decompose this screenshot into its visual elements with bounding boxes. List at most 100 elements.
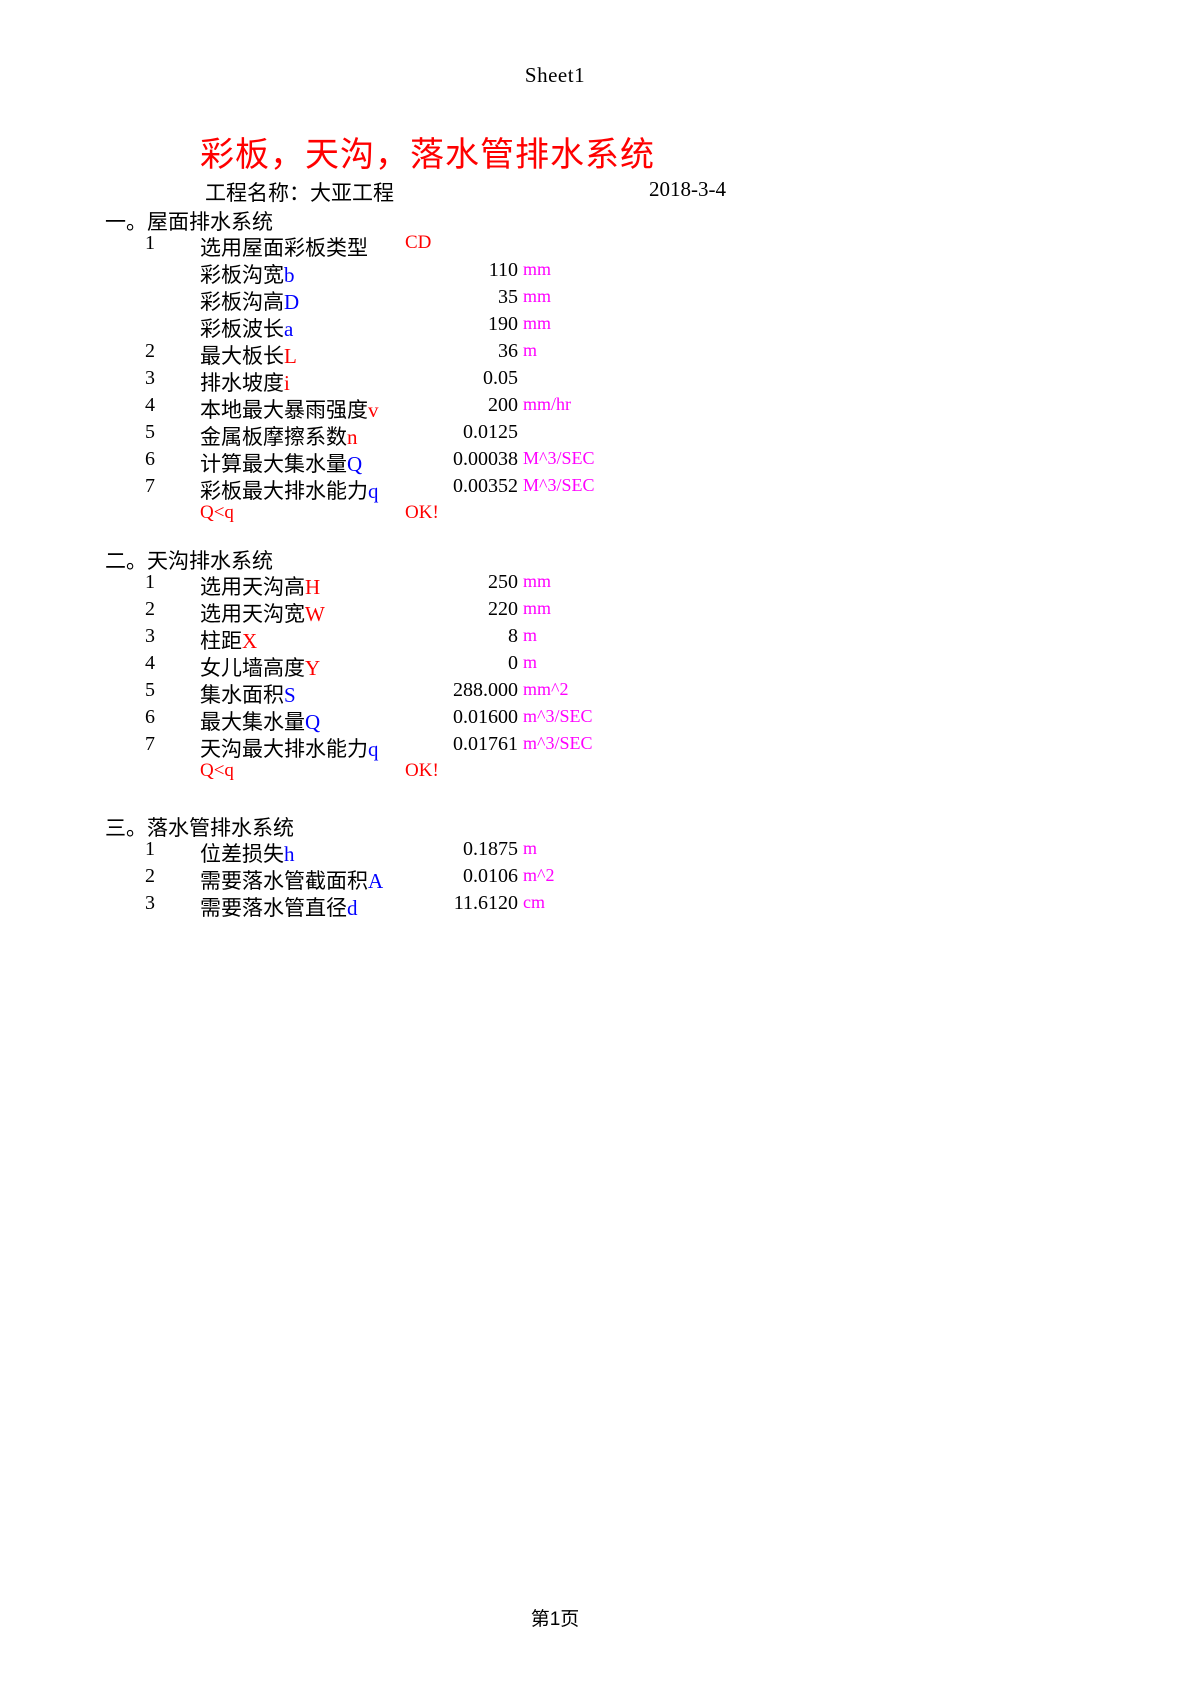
row-index: 6 xyxy=(145,706,155,728)
row-index: 1 xyxy=(145,571,155,593)
row-label: 彩板沟高D xyxy=(200,286,299,316)
row-label-text: 排水坡度 xyxy=(200,371,284,395)
document-title: 彩板，天沟，落水管排水系统 xyxy=(200,137,655,174)
project-info-row: 工程名称：大亚工程 2018-3-4 xyxy=(0,177,1200,205)
sheet-header-label: Sheet1 xyxy=(524,63,586,87)
spreadsheet-page: Sheet1 彩板，天沟，落水管排水系统 工程名称：大亚工程 2018-3-4 … xyxy=(0,0,1200,1697)
row-label-text: 彩板沟高 xyxy=(200,290,284,314)
row-value[interactable]: 200 xyxy=(318,394,518,417)
row-value[interactable]: 0.0125 xyxy=(318,421,518,444)
row-index: 3 xyxy=(145,625,155,647)
row-unit: m xyxy=(523,838,538,858)
param-row: 7 天沟最大排水能力q 0.01761 m^3/SEC xyxy=(0,733,1200,761)
row-index: 2 xyxy=(145,340,155,362)
row-label-text: 选用屋面彩板类型 xyxy=(200,236,368,260)
row-variable-symbol: L xyxy=(284,344,297,368)
row-index: 6 xyxy=(145,448,155,470)
row-variable-symbol: b xyxy=(284,263,295,287)
row-label-text: 选用天沟高 xyxy=(200,575,305,599)
row-label: 女儿墙高度Y xyxy=(200,652,320,682)
param-row: 6 计算最大集水量Q 0.00038 M^3/SEC xyxy=(0,448,1200,476)
param-row: 彩板沟宽b 110 mm xyxy=(0,259,1200,289)
param-row: 4 本地最大暴雨强度v 200 mm/hr xyxy=(0,394,1200,422)
param-row: 彩板沟高D 35 mm xyxy=(0,286,1200,316)
row-unit: mm xyxy=(523,598,552,618)
row-unit: cm xyxy=(523,892,545,912)
row-index: 7 xyxy=(145,733,155,755)
row-variable-symbol: D xyxy=(284,290,300,314)
row-label-text: 柱距 xyxy=(200,629,242,653)
row-variable-symbol: a xyxy=(284,317,294,341)
row-value[interactable]: 190 xyxy=(318,313,518,336)
param-row: 2 选用天沟宽W 220 mm xyxy=(0,598,1200,628)
row-value[interactable]: 220 xyxy=(318,598,518,621)
row-index: 3 xyxy=(145,892,155,914)
row-unit: mm/hr xyxy=(523,394,571,414)
row-value[interactable]: 36 xyxy=(318,340,518,363)
param-row: 5 金属板摩擦系数n 0.0125 xyxy=(0,421,1200,449)
row-label: 位差损失h xyxy=(200,838,295,868)
param-row: 3 需要落水管直径d 11.6120 cm xyxy=(0,892,1200,920)
check-condition: Q<q xyxy=(200,502,234,523)
row-index: 7 xyxy=(145,475,155,497)
param-row: 1 位差损失h 0.1875 m xyxy=(0,838,1200,868)
row-variable-symbol: h xyxy=(284,842,295,866)
row-value[interactable]: 110 xyxy=(318,259,518,282)
param-row: 6 最大集水量Q 0.01600 m^3/SEC xyxy=(0,706,1200,736)
row-label: 彩板波长a xyxy=(200,313,293,343)
param-row: 3 柱距X 8 m xyxy=(0,625,1200,655)
row-label: 柱距X xyxy=(200,625,257,655)
row-index: 5 xyxy=(145,679,155,701)
param-row: 5 集水面积S 288.000 mm^2 xyxy=(0,679,1200,707)
row-index: 3 xyxy=(145,367,155,389)
row-value[interactable]: 0.01600 xyxy=(318,706,518,729)
row-unit: m xyxy=(523,652,538,672)
row-value[interactable]: 250 xyxy=(318,571,518,594)
row-index: 5 xyxy=(145,421,155,443)
check-condition: Q<q xyxy=(200,760,234,781)
row-variable-symbol: i xyxy=(284,371,290,395)
row-label-text: 女儿墙高度 xyxy=(200,656,305,680)
row-value[interactable]: 0.05 xyxy=(318,367,518,390)
row-unit: m^2 xyxy=(523,865,555,885)
row-value[interactable]: 0.00352 xyxy=(318,475,518,498)
row-unit: mm xyxy=(523,571,552,591)
row-value[interactable]: 0.01761 xyxy=(318,733,518,756)
row-label-text: 最大板长 xyxy=(200,344,284,368)
param-row: 2 需要落水管截面积A 0.0106 m^2 xyxy=(0,865,1200,893)
row-unit: m xyxy=(523,625,538,645)
row-unit: mm xyxy=(523,286,552,306)
row-label: 最大集水量Q xyxy=(200,706,320,736)
row-label-text: 彩板波长 xyxy=(200,317,284,341)
row-unit: M^3/SEC xyxy=(523,448,595,468)
row-unit: m^3/SEC xyxy=(523,706,593,726)
param-row: 彩板波长a 190 mm xyxy=(0,313,1200,343)
row-text-value[interactable]: CD xyxy=(405,232,431,254)
row-index: 1 xyxy=(145,232,155,254)
param-row: 1 选用天沟高H 250 mm xyxy=(0,571,1200,601)
row-label: 选用屋面彩板类型 xyxy=(200,232,368,262)
row-value[interactable]: 0.1875 xyxy=(318,838,518,861)
row-variable-symbol: S xyxy=(284,683,296,707)
row-value[interactable]: 288.000 xyxy=(318,679,518,702)
param-row: 1 选用屋面彩板类型 CD xyxy=(0,232,1200,262)
row-unit: mm xyxy=(523,313,552,333)
row-value[interactable]: 0.00038 xyxy=(318,448,518,471)
project-date-label: 2018-3-4 xyxy=(649,177,726,201)
check-row: Q<q OK! xyxy=(0,502,1200,529)
page-footer-label: 第1页 xyxy=(530,1609,580,1630)
row-value[interactable]: 0 xyxy=(318,652,518,675)
row-value[interactable]: 11.6120 xyxy=(318,892,518,915)
check-verdict: OK! xyxy=(405,502,439,523)
row-value[interactable]: 8 xyxy=(318,625,518,648)
row-label-text: 选用天沟宽 xyxy=(200,602,305,626)
row-label: 选用天沟宽W xyxy=(200,598,325,628)
row-label: 选用天沟高H xyxy=(200,571,320,601)
row-value[interactable]: 35 xyxy=(318,286,518,309)
row-index: 2 xyxy=(145,865,155,887)
row-value[interactable]: 0.0106 xyxy=(318,865,518,888)
param-row: 2 最大板长L 36 m xyxy=(0,340,1200,368)
row-index: 1 xyxy=(145,838,155,860)
row-label: 彩板沟宽b xyxy=(200,259,295,289)
row-index: 2 xyxy=(145,598,155,620)
